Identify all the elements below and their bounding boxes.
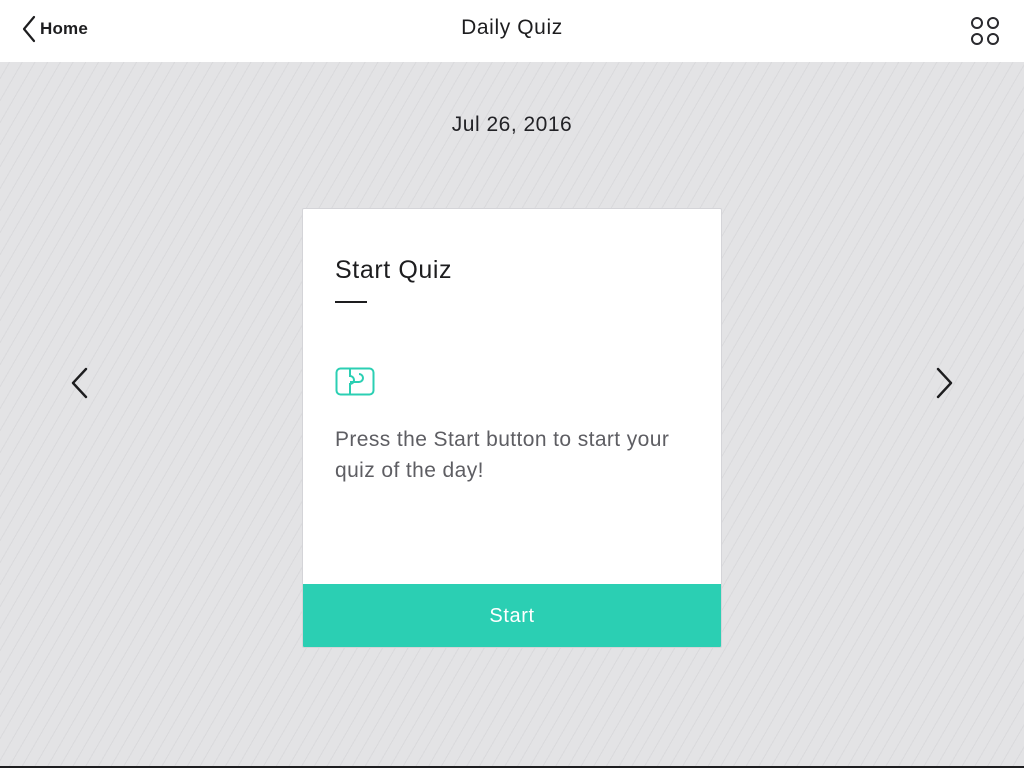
quiz-date: Jul 26, 2016 [451, 113, 573, 136]
start-button-label: Start [489, 604, 535, 627]
previous-day-button[interactable] [68, 366, 92, 400]
puzzle-piece-icon [335, 367, 375, 396]
next-day-button[interactable] [932, 366, 956, 400]
four-circles-grid-icon [971, 17, 999, 45]
card-message: Press the Start button to start your qui… [335, 428, 670, 482]
card-title: Start Quiz [335, 256, 453, 284]
start-quiz-button[interactable]: Start [303, 584, 721, 647]
chevron-left-icon [71, 367, 88, 399]
page-title: Daily Quiz [461, 16, 563, 39]
title-underline [335, 301, 367, 303]
top-bar: Home Daily Quiz [0, 0, 1024, 62]
quiz-card: Start Quiz Press the Start button to sta… [302, 208, 722, 648]
chevron-right-icon [936, 367, 953, 399]
apps-menu-button[interactable] [968, 14, 1002, 48]
